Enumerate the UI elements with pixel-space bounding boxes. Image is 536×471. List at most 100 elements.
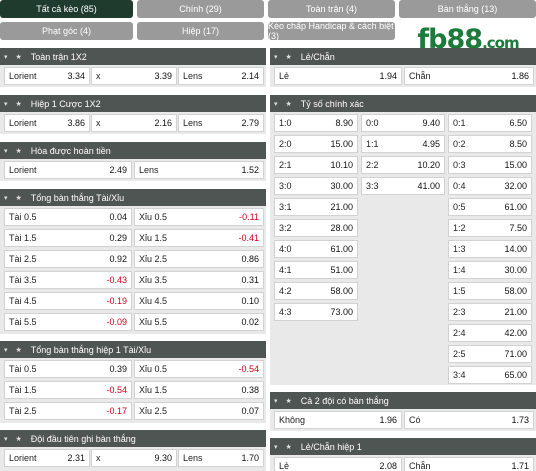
odds-cell[interactable]: Xỉu 2.5 0.07 (134, 402, 264, 420)
odds-cell[interactable]: Xỉu 4.5 0.10 (134, 292, 264, 310)
odds-cell[interactable]: Lorient 3.86 (4, 114, 90, 132)
odds-cell[interactable]: 3:0 30.00 (274, 177, 358, 195)
section-header-odd-even[interactable]: ▾ ★ Lẻ/Chẵn (270, 48, 536, 65)
section-header-total-goals[interactable]: ▾ ★ Tổng bàn thắng Tài/Xỉu (0, 189, 266, 206)
odds-cell[interactable]: 2:5 71.00 (448, 345, 532, 363)
tab-main[interactable]: Chính (29) (137, 0, 264, 18)
odds-cell[interactable]: x 2.16 (91, 114, 177, 132)
odds-cell[interactable]: Tài 1.5 -0.54 (4, 381, 132, 399)
odds-value: 3.39 (154, 71, 172, 81)
odds-cell[interactable]: Không 1.96 (274, 411, 402, 429)
odds-cell[interactable]: 0:2 8.50 (448, 135, 532, 153)
odds-value: 2.31 (67, 453, 85, 463)
odds-cell[interactable]: 2:4 42.00 (448, 324, 532, 342)
odds-cell[interactable]: 3:1 21.00 (274, 198, 358, 216)
odds-cell[interactable]: 1:3 14.00 (448, 240, 532, 258)
odds-cell[interactable]: 2:3 21.00 (448, 303, 532, 321)
odds-cell[interactable]: 2:1 10.10 (274, 156, 358, 174)
odds-cell[interactable]: 1:2 7.50 (448, 219, 532, 237)
collapse-star-icons[interactable]: ▾ ★ (4, 100, 25, 108)
odds-cell[interactable]: 0:3 15.00 (448, 156, 532, 174)
odds-cell[interactable]: 4:3 73.00 (274, 303, 358, 321)
odds-cell[interactable]: Lens 2.79 (178, 114, 264, 132)
odds-value: 32.00 (504, 181, 527, 191)
tab-handicap[interactable]: Kèo chấp Handicap & cách biệt (3) (268, 21, 395, 41)
odds-value: 0.10 (241, 296, 259, 306)
odds-cell[interactable]: Tài 4.5 -0.19 (4, 292, 132, 310)
odds-cell[interactable]: Xỉu 0.5 -0.54 (134, 360, 264, 378)
section-header-draw-no-bet[interactable]: ▾ ★ Hòa được hoàn tiền (0, 142, 266, 159)
odds-value: 9.30 (154, 453, 172, 463)
odds-label: 3:2 (279, 223, 292, 233)
odds-cell[interactable]: 3:3 41.00 (361, 177, 445, 195)
collapse-star-icons[interactable]: ▾ ★ (4, 53, 25, 61)
odds-cell[interactable]: 3:4 65.00 (448, 366, 532, 384)
tab-halves[interactable]: Hiệp (17) (137, 22, 264, 40)
collapse-star-icons[interactable]: ▾ ★ (274, 397, 295, 405)
collapse-star-icons[interactable]: ▾ ★ (4, 435, 25, 443)
collapse-star-icons[interactable]: ▾ ★ (274, 100, 295, 108)
odds-cell[interactable]: Lorient 3.34 (4, 67, 90, 85)
odds-cell[interactable]: 0:0 9.40 (361, 114, 445, 132)
collapse-star-icons[interactable]: ▾ ★ (274, 443, 295, 451)
odds-cell[interactable]: Tài 5.5 -0.09 (4, 313, 132, 331)
odds-cell[interactable]: Lẻ 2.08 (274, 457, 402, 471)
tab-goals[interactable]: Bàn thắng (13) (399, 0, 536, 18)
odds-cell[interactable]: Lens 1.52 (134, 161, 264, 179)
odds-cell[interactable]: Xỉu 1.5 -0.41 (134, 229, 264, 247)
odds-cell[interactable]: Tài 2.5 0.92 (4, 250, 132, 268)
odds-cell[interactable]: Lorient 2.31 (4, 449, 90, 467)
odds-cell[interactable]: 2:0 15.00 (274, 135, 358, 153)
odds-cell[interactable]: Xỉu 0.5 -0.11 (134, 208, 264, 226)
odds-cell[interactable]: Tài 0.5 0.39 (4, 360, 132, 378)
section-title: Cả 2 đội có bàn thắng (300, 395, 389, 406)
odds-cell[interactable]: 3:2 28.00 (274, 219, 358, 237)
odds-cell[interactable]: Tài 3.5 -0.43 (4, 271, 132, 289)
odds-cell[interactable]: Lens 1.70 (178, 449, 264, 467)
odds-cell[interactable]: Lens 2.14 (178, 67, 264, 85)
tab-all-markets[interactable]: Tất cả kèo (85) (0, 0, 133, 18)
section-header-both-teams-score[interactable]: ▾ ★ Cả 2 đội có bàn thắng (270, 392, 536, 409)
odds-cell[interactable]: 1:4 30.00 (448, 261, 532, 279)
odds-cell[interactable]: 0:4 32.00 (448, 177, 532, 195)
odds-cell[interactable]: 4:2 58.00 (274, 282, 358, 300)
odds-cell[interactable]: 2:2 10.20 (361, 156, 445, 174)
odds-cell[interactable]: 1:1 4.95 (361, 135, 445, 153)
odds-cell[interactable]: Xỉu 2.5 0.86 (134, 250, 264, 268)
odds-cell[interactable]: Xỉu 3.5 0.31 (134, 271, 264, 289)
odds-label: 3:3 (366, 181, 379, 191)
odds-cell[interactable]: Xỉu 5.5 0.02 (134, 313, 264, 331)
collapse-star-icons[interactable]: ▾ ★ (274, 53, 295, 61)
odds-value: 1.86 (511, 71, 529, 81)
odds-cell[interactable]: Tài 0.5 0.04 (4, 208, 132, 226)
odds-cell[interactable]: 1:5 58.00 (448, 282, 532, 300)
odds-cell[interactable]: Có 1.73 (404, 411, 534, 429)
odds-cell[interactable]: Lẻ 1.94 (274, 67, 402, 85)
tab-full-time[interactable]: Toàn trận (4) (268, 0, 395, 18)
section-header-first-half-1x2[interactable]: ▾ ★ Hiệp 1 Cược 1X2 (0, 95, 266, 112)
odds-cell[interactable]: 0:5 61.00 (448, 198, 532, 216)
collapse-star-icons[interactable]: ▾ ★ (4, 194, 25, 202)
odds-cell[interactable]: 1:0 8.90 (274, 114, 358, 132)
odds-cell[interactable]: Tài 2.5 -0.17 (4, 402, 132, 420)
odds-cell[interactable]: Lorient 2.49 (4, 161, 132, 179)
odds-cell[interactable]: Chẵn 1.71 (404, 457, 534, 471)
section-header-first-half-total-goals[interactable]: ▾ ★ Tổng bàn thắng hiệp 1 Tài/Xỉu (0, 341, 266, 358)
section-header-first-team-to-score[interactable]: ▾ ★ Đội đầu tiên ghi bàn thắng (0, 430, 266, 447)
tab-corners[interactable]: Phạt góc (4) (0, 22, 133, 40)
odds-cell[interactable]: Chẵn 1.86 (404, 67, 534, 85)
section-header-first-half-odd-even[interactable]: ▾ ★ Lẻ/Chẵn hiệp 1 (270, 438, 536, 455)
collapse-star-icons[interactable]: ▾ ★ (4, 147, 25, 155)
odds-cell[interactable]: Tài 1.5 0.29 (4, 229, 132, 247)
odds-cell[interactable]: x 9.30 (91, 449, 177, 467)
odds-cell[interactable]: 0:1 6.50 (448, 114, 532, 132)
odds-label: Tài 4.5 (9, 296, 37, 306)
odds-label: Lens (183, 453, 203, 463)
odds-cell[interactable]: 4:1 51.00 (274, 261, 358, 279)
odds-cell[interactable]: x 3.39 (91, 67, 177, 85)
collapse-star-icons[interactable]: ▾ ★ (4, 346, 25, 354)
section-header-full-time-1x2[interactable]: ▾ ★ Toàn trận 1X2 (0, 48, 266, 65)
odds-cell[interactable]: 4:0 61.00 (274, 240, 358, 258)
odds-cell[interactable]: Xỉu 1.5 0.38 (134, 381, 264, 399)
section-header-correct-score[interactable]: ▾ ★ Tỷ số chính xác (270, 95, 536, 112)
